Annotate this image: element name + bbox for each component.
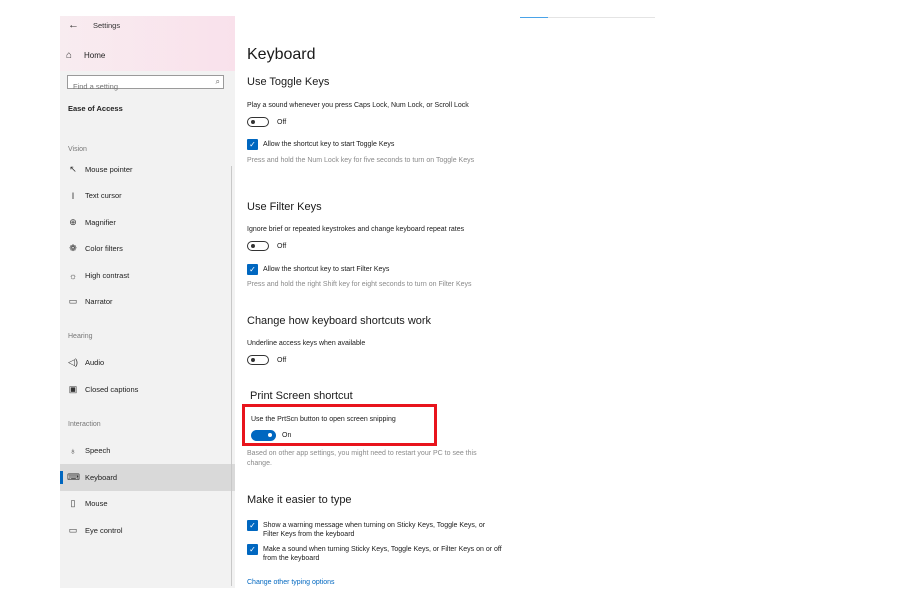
sidebar-item-mouse-pointer[interactable]: ↖ Mouse pointer <box>60 156 235 183</box>
sidebar-item-label: High contrast <box>85 271 130 280</box>
sidebar-item-label: Closed captions <box>85 385 139 394</box>
keyboard-icon: ⌨ <box>67 472 80 482</box>
sidebar-item-speech[interactable]: ♁ Speech <box>60 437 235 464</box>
sidebar-item-label: Eye control <box>85 526 123 535</box>
sidebar-item-text-cursor[interactable]: I Text cursor <box>60 182 235 209</box>
underline-access-keys-switch[interactable] <box>247 355 269 365</box>
shortcuts-toggle-row[interactable]: Off <box>247 355 286 365</box>
sidebar-item-label: Audio <box>85 358 105 367</box>
toggle-keys-state: Off <box>277 118 287 126</box>
typing-warning-checkbox-row[interactable]: ✓ Show a warning message when turning on… <box>247 520 502 539</box>
toggle-knob <box>251 358 255 362</box>
high-contrast-icon: ☼ <box>68 270 78 281</box>
filter-keys-description: Ignore brief or repeated keystrokes and … <box>247 226 465 233</box>
closed-captions-icon: ▣ <box>68 384 78 394</box>
mouse-icon: ▯ <box>70 498 76 508</box>
sidebar-item-keyboard[interactable]: ⌨ Keyboard <box>60 464 235 491</box>
back-arrow-icon[interactable]: ← <box>68 19 79 31</box>
sidebar-item-label: Keyboard <box>85 473 118 482</box>
narrator-icon: ▭ <box>68 296 78 306</box>
typing-heading: Make it easier to type <box>247 494 352 506</box>
sidebar-item-color-filters[interactable]: ❁ Color filters <box>60 235 235 262</box>
sidebar-item-magnifier[interactable]: ⊕ Magnifier <box>60 209 235 236</box>
search-icon[interactable]: ⌕ <box>216 76 220 88</box>
window-title: Settings <box>93 21 121 30</box>
sidebar-item-label: Magnifier <box>85 218 116 227</box>
section-title: Ease of Access <box>68 104 123 113</box>
highlight-box <box>242 404 437 446</box>
checkmark-icon[interactable]: ✓ <box>247 520 258 531</box>
toggle-keys-help: Press and hold the Num Lock key for five… <box>247 157 475 164</box>
checkmark-icon[interactable]: ✓ <box>247 139 258 150</box>
toggle-keys-heading: Use Toggle Keys <box>247 76 330 88</box>
sidebar-item-label: Mouse <box>85 499 108 508</box>
filter-keys-shortcut-checkbox-row[interactable]: ✓ Allow the shortcut key to start Filter… <box>247 264 389 275</box>
sidebar-item-label: Narrator <box>85 297 113 306</box>
toggle-keys-checkbox-label: Allow the shortcut key to start Toggle K… <box>263 141 395 148</box>
top-progress-line <box>520 17 655 18</box>
filter-keys-heading: Use Filter Keys <box>247 201 322 213</box>
sidebar-item-mouse[interactable]: ▯ Mouse <box>60 490 235 517</box>
group-label-vision: Vision <box>68 146 87 153</box>
typing-sound-checkbox-row[interactable]: ✓ Make a sound when turning Sticky Keys,… <box>247 544 502 563</box>
audio-icon: ◁) <box>68 357 78 367</box>
sidebar-item-eye-control[interactable]: ▭ Eye control <box>60 517 235 544</box>
change-typing-options-link[interactable]: Change other typing options <box>247 579 335 586</box>
filter-keys-switch[interactable] <box>247 241 269 251</box>
checkmark-icon[interactable]: ✓ <box>247 264 258 275</box>
sidebar-item-label: Mouse pointer <box>85 165 133 174</box>
print-screen-help: Based on other app settings, you might n… <box>247 450 477 467</box>
group-label-interaction: Interaction <box>68 421 101 428</box>
toggle-knob <box>251 120 255 124</box>
typing-sound-label: Make a sound when turning Sticky Keys, T… <box>263 546 502 562</box>
sidebar-item-label: Text cursor <box>85 191 122 200</box>
sidebar-item-narrator[interactable]: ▭ Narrator <box>60 288 235 315</box>
text-cursor-icon: I <box>71 190 75 201</box>
home-label: Home <box>84 51 106 60</box>
sidebar-item-label: Color filters <box>85 244 123 253</box>
filter-keys-toggle-row[interactable]: Off <box>247 241 286 251</box>
top-progress-accent <box>520 17 548 18</box>
filter-keys-help: Press and hold the right Shift key for e… <box>247 281 472 288</box>
checkmark-icon[interactable]: ✓ <box>247 544 258 555</box>
eye-control-icon: ▭ <box>68 525 78 535</box>
sidebar-item-closed-captions[interactable]: ▣ Closed captions <box>60 376 235 403</box>
sidebar-item-label: Speech <box>85 446 111 455</box>
search-input[interactable] <box>68 80 213 93</box>
toggle-knob <box>251 244 255 248</box>
shortcuts-state: Off <box>277 356 287 364</box>
sidebar-scrollbar[interactable] <box>231 166 232 586</box>
toggle-keys-switch[interactable] <box>247 117 269 127</box>
page-title: Keyboard <box>247 46 316 63</box>
sidebar-item-high-contrast[interactable]: ☼ High contrast <box>60 262 235 289</box>
sidebar-header-background <box>60 16 235 71</box>
typing-warning-label: Show a warning message when turning on S… <box>263 522 486 538</box>
filter-keys-state: Off <box>277 242 287 250</box>
mouse-pointer-icon: ↖ <box>69 164 77 174</box>
magnifier-icon: ⊕ <box>69 217 77 227</box>
toggle-keys-description: Play a sound whenever you press Caps Loc… <box>247 102 469 109</box>
sidebar-item-audio[interactable]: ◁) Audio <box>60 349 235 376</box>
print-screen-heading: Print Screen shortcut <box>250 390 353 402</box>
speech-icon: ♁ <box>69 445 77 456</box>
shortcuts-heading: Change how keyboard shortcuts work <box>247 315 432 327</box>
search-box[interactable]: ⌕ <box>67 75 224 93</box>
toggle-keys-shortcut-checkbox-row[interactable]: ✓ Allow the shortcut key to start Toggle… <box>247 139 394 150</box>
color-filters-icon: ❁ <box>69 243 77 253</box>
filter-keys-checkbox-label: Allow the shortcut key to start Filter K… <box>263 266 390 273</box>
group-label-hearing: Hearing <box>68 333 93 340</box>
toggle-keys-toggle-row[interactable]: Off <box>247 117 286 127</box>
home-icon: ⌂ <box>66 50 73 61</box>
sidebar-home[interactable]: ⌂ Home <box>66 50 105 61</box>
shortcuts-description: Underline access keys when available <box>247 340 366 347</box>
sidebar: ← Settings ⌂ Home ⌕ Ease of Access Visio… <box>60 16 235 588</box>
